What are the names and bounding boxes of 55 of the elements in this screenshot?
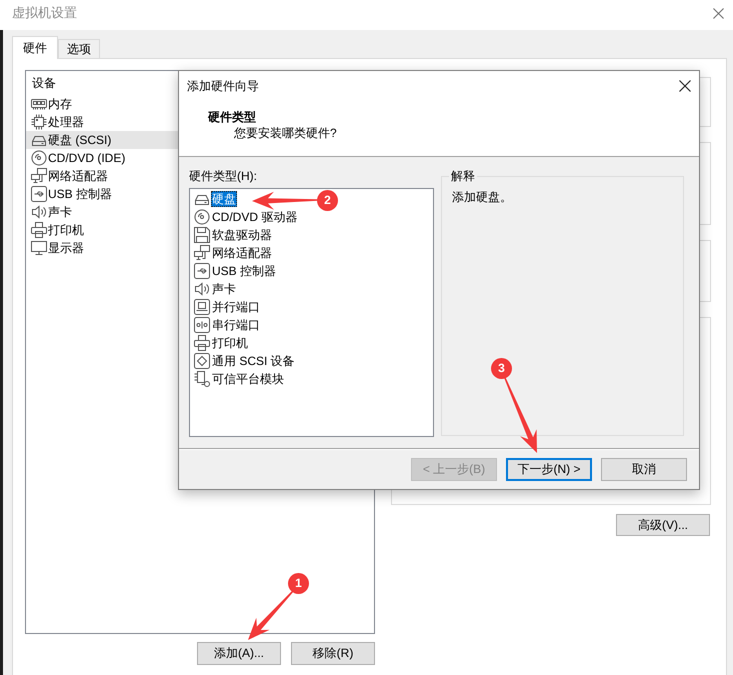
- list-item[interactable]: 串行端口: [211, 317, 261, 333]
- list-item[interactable]: CD/DVD 驱动器: [211, 209, 298, 225]
- button[interactable]: 移除(R): [291, 642, 375, 665]
- list-item[interactable]: 硬盘: [211, 191, 237, 207]
- wizard-subheading: 您要安装哪类硬件?: [234, 126, 337, 140]
- list-item[interactable]: 通用 SCSI 设备: [211, 353, 296, 369]
- close-icon[interactable]: [679, 80, 691, 92]
- usb-icon: [31, 186, 47, 202]
- device-item[interactable]: USB 控制器: [26, 185, 178, 203]
- explanation-text: 添加硬盘。: [452, 189, 512, 205]
- list-label: 硬件类型(H):: [189, 168, 257, 184]
- window-title: 虚拟机设置: [12, 5, 77, 21]
- tab[interactable]: 选项: [58, 39, 100, 58]
- list-item[interactable]: 网络适配器: [211, 245, 273, 261]
- device-item[interactable]: 打印机: [26, 221, 178, 239]
- network-icon: [194, 245, 210, 261]
- device-item[interactable]: CD/DVD (IDE): [26, 149, 178, 167]
- list-item[interactable]: 可信平台模块: [211, 371, 285, 387]
- device-item[interactable]: 处理器: [26, 113, 178, 131]
- chip-icon: [31, 114, 47, 130]
- advanced-button[interactable]: 高级(V)...: [616, 514, 710, 536]
- list-item[interactable]: 软盘驱动器: [211, 227, 273, 243]
- annotation-arrow: [248, 590, 294, 640]
- monitor-icon: [31, 240, 47, 256]
- list-item[interactable]: 并行端口: [211, 299, 261, 315]
- device-item[interactable]: 硬盘 (SCSI): [26, 131, 178, 149]
- dialog-title: 添加硬件向导: [187, 78, 259, 94]
- speaker-icon: [194, 281, 210, 297]
- device-item[interactable]: 网络适配器: [26, 167, 178, 185]
- device-item[interactable]: 显示器: [26, 239, 178, 257]
- printer-icon: [194, 335, 210, 351]
- disc-icon: [31, 150, 47, 166]
- tab[interactable]: 硬件: [12, 36, 58, 59]
- network-icon: [31, 168, 47, 184]
- button[interactable]: 添加(A)...: [197, 642, 281, 665]
- printer-icon: [31, 222, 47, 238]
- annotation-arrow: [252, 191, 319, 210]
- column-header: 设备: [32, 76, 56, 90]
- list-item[interactable]: 打印机: [211, 335, 249, 351]
- diamond-device-icon: [194, 353, 210, 369]
- serial-port-icon: [194, 317, 210, 333]
- button[interactable]: 下一步(N) >: [506, 458, 592, 481]
- speaker-icon: [31, 204, 47, 220]
- device-item[interactable]: 声卡: [26, 203, 178, 221]
- list-item[interactable]: 声卡: [211, 281, 237, 297]
- wizard-heading: 硬件类型: [208, 110, 256, 124]
- button[interactable]: 取消: [601, 458, 687, 481]
- list-item[interactable]: USB 控制器: [211, 263, 278, 279]
- group-title: 解释: [450, 168, 476, 184]
- device-item[interactable]: 内存: [26, 95, 178, 113]
- memory-module-icon: [31, 96, 47, 112]
- module-icon: [194, 371, 210, 387]
- disc-icon: [194, 209, 210, 225]
- port-icon: [194, 299, 210, 315]
- usb-icon: [194, 263, 210, 279]
